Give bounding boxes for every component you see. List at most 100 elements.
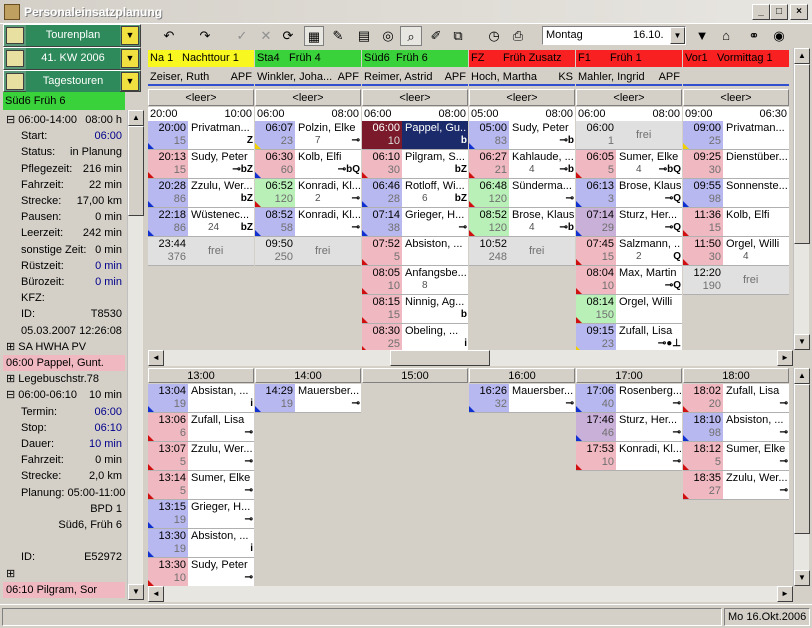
visit-card[interactable]: 06:30 60 Kolb, Elfi ⊸bQ: [255, 150, 361, 179]
column-header[interactable]: Sta4 Früh 4: [255, 50, 361, 67]
leer-slot[interactable]: <leer>: [469, 89, 575, 106]
scroll-thumb[interactable]: [794, 64, 810, 244]
tour-column[interactable]: F1 Früh 1 Mahler, Ingrid APF <leer> 06:00 08:0…: [576, 48, 682, 368]
free-slot[interactable]: 09:50 250 frei: [255, 237, 361, 266]
timeline-hscroll[interactable]: ◄ ►: [148, 586, 793, 602]
visit-card[interactable]: 13:04 19 Absistan, ... i: [148, 384, 254, 413]
visit-card[interactable]: 20:00 15 Privatman... Z: [148, 121, 254, 150]
column-header[interactable]: FZ Früh Zusatz: [469, 50, 575, 67]
visit-card[interactable]: 06:52 120 Konradi, Kl... 2 ⊸: [255, 179, 361, 208]
visit-card[interactable]: 14:29 19 Mauersber... ⊸: [255, 384, 361, 413]
visit-card[interactable]: 13:30 10 Sudy, Peter ⊸: [148, 558, 254, 586]
tour-column[interactable]: Sta4 Früh 4 Winkler, Joha... APF <leer> 06:00…: [255, 48, 361, 368]
visit-card[interactable]: 20:13 15 Sudy, Peter ⊸bZ: [148, 150, 254, 179]
visit-card[interactable]: 18:12 5 Sumer, Elke ⊸: [683, 442, 789, 471]
leer-slot[interactable]: <leer>: [683, 89, 789, 106]
scroll-thumb[interactable]: [794, 384, 810, 534]
day-combo[interactable]: Montag 16.10. ▼: [542, 26, 686, 45]
clock-icon[interactable]: ◷: [484, 26, 504, 46]
visit-card[interactable]: 08:52 58 Konradi, Kl... ⊸: [255, 208, 361, 237]
tagestouren-selector[interactable]: Tagestouren ▼: [3, 70, 141, 92]
visit-card[interactable]: 18:10 98 Absiston, ... ⊸: [683, 413, 789, 442]
visit-card[interactable]: 06:10 30 Pilgram, S... bZ: [362, 150, 468, 179]
print-icon[interactable]: ⎙: [508, 26, 528, 46]
visit-card[interactable]: 08:52 120 Brose, Klaus 4 ⊸b: [469, 208, 575, 237]
close-button[interactable]: ×: [790, 4, 808, 20]
scroll-left-button[interactable]: ◄: [148, 586, 164, 602]
employee-name[interactable]: Reimer, Astrid APF: [362, 68, 468, 86]
timeline-grid[interactable]: 13:00 13:04 19 Absistan, ... i 13:06 6 Zufall, …: [148, 368, 792, 586]
scroll-right-button[interactable]: ►: [777, 586, 793, 602]
scroll-down-button[interactable]: ▼: [794, 334, 810, 350]
visit-card[interactable]: 06:07 23 Polzin, Elke 7 ⊸: [255, 121, 361, 150]
cancel-icon[interactable]: ✕: [256, 26, 276, 46]
column-header[interactable]: F1 Früh 1: [576, 50, 682, 67]
scroll-up-button[interactable]: ▲: [794, 368, 810, 384]
edit-icon[interactable]: ✎: [328, 26, 348, 46]
leer-slot[interactable]: <leer>: [362, 89, 468, 106]
visit-card[interactable]: 17:46 46 Sturz, Her... ⊸: [576, 413, 682, 442]
maximize-button[interactable]: □: [770, 4, 788, 20]
free-slot[interactable]: 10:52 248 frei: [469, 237, 575, 266]
free-slot[interactable]: 23:44 376 frei: [148, 237, 254, 266]
tourenplan-selector[interactable]: Tourenplan ▼: [3, 24, 141, 47]
timeline-vscroll[interactable]: ▲ ▼: [793, 368, 810, 586]
visit-card[interactable]: 09:15 23 Zufall, Lisa ⊸●⊥: [576, 324, 682, 353]
tour-grid[interactable]: Na 1 Nachttour 1 Zeiser, Ruth APF <leer> 20:0…: [148, 48, 792, 368]
column-header[interactable]: Na 1 Nachttour 1: [148, 50, 254, 67]
visit-card[interactable]: 08:30 25 Obeling, ... i: [362, 324, 468, 353]
refresh-icon[interactable]: ⟳: [278, 26, 298, 46]
optimize-icon[interactable]: ◎: [378, 26, 398, 46]
visit-card[interactable]: 11:50 30 Orgel, Willi 4: [683, 237, 789, 266]
scroll-up-button[interactable]: ▲: [794, 48, 810, 64]
chevron-down-icon[interactable]: ▼: [121, 49, 139, 68]
scroll-up-button[interactable]: ▲: [128, 110, 144, 126]
employee-name[interactable]: [683, 68, 789, 86]
redo-icon[interactable]: ↷: [194, 26, 216, 46]
visit-card[interactable]: 06:13 3 Brose, Klaus ⊸Q: [576, 179, 682, 208]
employee-name[interactable]: Zeiser, Ruth APF: [148, 68, 254, 86]
visit-card[interactable]: 07:14 38 Grieger, H... ⊸: [362, 208, 468, 237]
scroll-thumb[interactable]: [390, 350, 490, 366]
visit-card[interactable]: 09:00 25 Privatman...: [683, 121, 789, 150]
visit-card[interactable]: 18:02 20 Zufall, Lisa ⊸: [683, 384, 789, 413]
tour-column[interactable]: Na 1 Nachttour 1 Zeiser, Ruth APF <leer> 20:0…: [148, 48, 254, 368]
leer-slot[interactable]: <leer>: [148, 89, 254, 106]
home-icon[interactable]: ⌂: [716, 26, 736, 46]
employee-name[interactable]: Winkler, Joha... APF: [255, 68, 361, 86]
copy-icon[interactable]: ⧉: [448, 26, 468, 46]
visit-card[interactable]: 13:30 19 Absiston, ... i: [148, 529, 254, 558]
visit-card[interactable]: 07:45 15 Salzmann, ... 2 Q: [576, 237, 682, 266]
visit-card[interactable]: 13:14 5 Sumer, Elke ⊸: [148, 471, 254, 500]
chevron-down-icon[interactable]: ▼: [121, 26, 139, 45]
tour-column[interactable]: Vor1 Vormittag 1 <leer> 09:00 06:30 09:00 25 Pr…: [683, 48, 789, 368]
visit-card[interactable]: 07:14 29 Sturz, Her... ⊸Q: [576, 208, 682, 237]
filter-icon[interactable]: ▼: [692, 26, 712, 46]
stamp-icon[interactable]: ✐: [426, 26, 446, 46]
grid-view-icon[interactable]: ▦: [304, 26, 324, 46]
scroll-down-button[interactable]: ▼: [128, 584, 144, 600]
visit-card[interactable]: 13:15 19 Grieger, H... ⊸: [148, 500, 254, 529]
visit-card[interactable]: 08:15 15 Ninnig, Ag... b: [362, 295, 468, 324]
view-icon[interactable]: ◉: [768, 26, 790, 46]
chevron-down-icon[interactable]: ▼: [121, 72, 139, 91]
column-header[interactable]: Vor1 Vormittag 1: [683, 50, 789, 67]
visit-card[interactable]: 06:46 28 Rotloff, Wi... 6 bZ: [362, 179, 468, 208]
visit-card[interactable]: 18:35 27 Zzulu, Wer... ⊸: [683, 471, 789, 500]
visit-card[interactable]: 13:06 6 Zufall, Lisa ⊸: [148, 413, 254, 442]
search-zoom-icon[interactable]: ⌕: [400, 26, 422, 46]
employee-name[interactable]: Hoch, Martha KS: [469, 68, 575, 86]
scroll-left-button[interactable]: ◄: [148, 350, 164, 366]
tour-column[interactable]: Süd6 Früh 6 Reimer, Astrid APF <leer> 06:00 08…: [362, 48, 468, 368]
visit-card[interactable]: 16:26 32 Mauersber... ⊸: [469, 384, 575, 413]
print-preview-icon[interactable]: ▤: [354, 26, 374, 46]
visit-card[interactable]: 07:52 5 Absiston, ...: [362, 237, 468, 266]
visit-card[interactable]: 09:55 98 Sonnenste...: [683, 179, 789, 208]
visit-card[interactable]: 06:27 21 Kahlaude, ... 4 ⊸b: [469, 150, 575, 179]
visit-card[interactable]: 06:05 5 Sumer, Elke 4 ⊸bQ: [576, 150, 682, 179]
visit-card[interactable]: 06:48 120 Sündermа... ⊸: [469, 179, 575, 208]
week-selector[interactable]: 41. KW 2006 ▼: [3, 47, 141, 70]
visit-card[interactable]: 20:28 86 Zzulu, Wer... bZ: [148, 179, 254, 208]
visit-card[interactable]: 22:18 86 Wüstenec... 24 bZ: [148, 208, 254, 237]
visit-card[interactable]: 17:06 40 Rosenberg... ⊸: [576, 384, 682, 413]
